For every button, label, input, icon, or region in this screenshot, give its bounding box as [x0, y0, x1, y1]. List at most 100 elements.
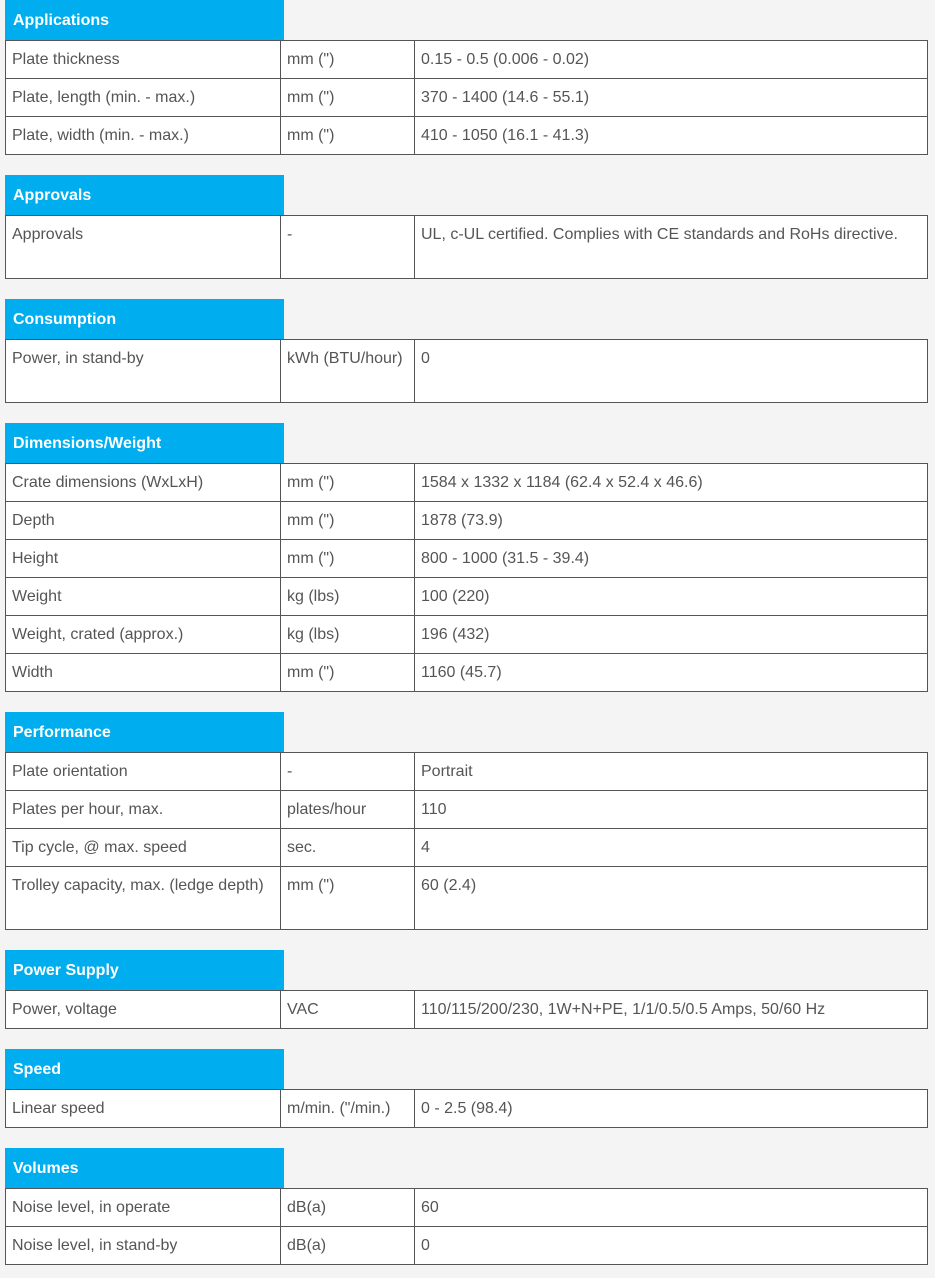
spec-value: 1584 x 1332 x 1184 (62.4 x 52.4 x 46.6)	[414, 463, 928, 502]
spec-value: 60 (2.4)	[414, 866, 928, 930]
spec-label: Height	[5, 539, 281, 578]
spec-label: Noise level, in operate	[5, 1188, 281, 1227]
spec-label: Weight, crated (approx.)	[5, 615, 281, 654]
table-row: Plate thickness mm (") 0.15 - 0.5 (0.006…	[5, 40, 928, 79]
spec-table: Crate dimensions (WxLxH) mm (") 1584 x 1…	[5, 463, 928, 692]
section-approvals: Approvals Approvals - UL, c-UL certified…	[5, 175, 928, 279]
spec-unit: mm (")	[280, 40, 415, 79]
spec-value: 110/115/200/230, 1W+N+PE, 1/1/0.5/0.5 Am…	[414, 990, 928, 1029]
spec-label: Plates per hour, max.	[5, 790, 281, 829]
spec-unit: -	[280, 752, 415, 791]
spec-value: 1878 (73.9)	[414, 501, 928, 540]
section-header: Performance	[5, 712, 284, 752]
spec-unit: VAC	[280, 990, 415, 1029]
spec-value: 0	[414, 339, 928, 403]
table-row: Power, in stand-by kWh (BTU/hour) 0	[5, 339, 928, 403]
table-row: Depth mm (") 1878 (73.9)	[5, 501, 928, 540]
spec-table: Linear speed m/min. ("/min.) 0 - 2.5 (98…	[5, 1089, 928, 1128]
section-speed: Speed Linear speed m/min. ("/min.) 0 - 2…	[5, 1049, 928, 1128]
spec-label: Power, voltage	[5, 990, 281, 1029]
spec-unit: mm (")	[280, 116, 415, 155]
section-dimensions-weight: Dimensions/Weight Crate dimensions (WxLx…	[5, 423, 928, 692]
spec-value: Portrait	[414, 752, 928, 791]
section-power-supply: Power Supply Power, voltage VAC 110/115/…	[5, 950, 928, 1029]
section-header: Dimensions/Weight	[5, 423, 284, 463]
spec-table: Power, in stand-by kWh (BTU/hour) 0	[5, 339, 928, 403]
spec-table: Noise level, in operate dB(a) 60 Noise l…	[5, 1188, 928, 1265]
spec-unit: mm (")	[280, 539, 415, 578]
table-row: Width mm (") 1160 (45.7)	[5, 653, 928, 692]
spec-value: 0	[414, 1226, 928, 1265]
spec-label: Plate thickness	[5, 40, 281, 79]
spec-unit: dB(a)	[280, 1188, 415, 1227]
spec-value: 0.15 - 0.5 (0.006 - 0.02)	[414, 40, 928, 79]
section-header: Speed	[5, 1049, 284, 1089]
spec-value: 1160 (45.7)	[414, 653, 928, 692]
table-row: Power, voltage VAC 110/115/200/230, 1W+N…	[5, 990, 928, 1029]
spec-value: UL, c-UL certified. Complies with CE sta…	[414, 215, 928, 279]
spec-value: 60	[414, 1188, 928, 1227]
spec-unit: plates/hour	[280, 790, 415, 829]
table-row: Plate, length (min. - max.) mm (") 370 -…	[5, 78, 928, 117]
table-row: Weight kg (lbs) 100 (220)	[5, 577, 928, 616]
spec-unit: kWh (BTU/hour)	[280, 339, 415, 403]
section-header: Applications	[5, 0, 284, 40]
spec-label: Noise level, in stand-by	[5, 1226, 281, 1265]
spec-table: Plate orientation - Portrait Plates per …	[5, 752, 928, 930]
spec-label: Plate, length (min. - max.)	[5, 78, 281, 117]
spec-label: Power, in stand-by	[5, 339, 281, 403]
spec-value: 370 - 1400 (14.6 - 55.1)	[414, 78, 928, 117]
table-row: Plates per hour, max. plates/hour 110	[5, 790, 928, 829]
spec-table: Power, voltage VAC 110/115/200/230, 1W+N…	[5, 990, 928, 1029]
spec-unit: mm (")	[280, 463, 415, 502]
spec-unit: mm (")	[280, 501, 415, 540]
table-row: Approvals - UL, c-UL certified. Complies…	[5, 215, 928, 279]
spec-label: Tip cycle, @ max. speed	[5, 828, 281, 867]
spec-unit: mm (")	[280, 653, 415, 692]
spec-label: Approvals	[5, 215, 281, 279]
spec-unit: dB(a)	[280, 1226, 415, 1265]
spec-label: Crate dimensions (WxLxH)	[5, 463, 281, 502]
section-header: Consumption	[5, 299, 284, 339]
spec-value: 410 - 1050 (16.1 - 41.3)	[414, 116, 928, 155]
spec-label: Width	[5, 653, 281, 692]
spec-unit: sec.	[280, 828, 415, 867]
table-row: Trolley capacity, max. (ledge depth) mm …	[5, 866, 928, 930]
spec-unit: -	[280, 215, 415, 279]
table-row: Plate, width (min. - max.) mm (") 410 - …	[5, 116, 928, 155]
spec-unit: kg (lbs)	[280, 577, 415, 616]
spec-unit: mm (")	[280, 78, 415, 117]
spec-label: Weight	[5, 577, 281, 616]
section-applications: Applications Plate thickness mm (") 0.15…	[5, 0, 928, 155]
table-row: Noise level, in stand-by dB(a) 0	[5, 1226, 928, 1265]
spec-value: 4	[414, 828, 928, 867]
spec-table: Approvals - UL, c-UL certified. Complies…	[5, 215, 928, 279]
spec-unit: mm (")	[280, 866, 415, 930]
spec-value: 0 - 2.5 (98.4)	[414, 1089, 928, 1128]
spec-label: Trolley capacity, max. (ledge depth)	[5, 866, 281, 930]
spec-value: 110	[414, 790, 928, 829]
table-row: Plate orientation - Portrait	[5, 752, 928, 791]
spec-unit: m/min. ("/min.)	[280, 1089, 415, 1128]
section-performance: Performance Plate orientation - Portrait…	[5, 712, 928, 930]
table-row: Linear speed m/min. ("/min.) 0 - 2.5 (98…	[5, 1089, 928, 1128]
spec-table: Plate thickness mm (") 0.15 - 0.5 (0.006…	[5, 40, 928, 155]
spec-label: Plate orientation	[5, 752, 281, 791]
spec-label: Plate, width (min. - max.)	[5, 116, 281, 155]
section-header: Volumes	[5, 1148, 284, 1188]
spec-value: 100 (220)	[414, 577, 928, 616]
section-consumption: Consumption Power, in stand-by kWh (BTU/…	[5, 299, 928, 403]
table-row: Crate dimensions (WxLxH) mm (") 1584 x 1…	[5, 463, 928, 502]
spec-value: 196 (432)	[414, 615, 928, 654]
section-volumes: Volumes Noise level, in operate dB(a) 60…	[5, 1148, 928, 1265]
table-row: Height mm (") 800 - 1000 (31.5 - 39.4)	[5, 539, 928, 578]
table-row: Tip cycle, @ max. speed sec. 4	[5, 828, 928, 867]
spec-unit: kg (lbs)	[280, 615, 415, 654]
spec-value: 800 - 1000 (31.5 - 39.4)	[414, 539, 928, 578]
table-row: Weight, crated (approx.) kg (lbs) 196 (4…	[5, 615, 928, 654]
table-row: Noise level, in operate dB(a) 60	[5, 1188, 928, 1227]
section-header: Power Supply	[5, 950, 284, 990]
spec-label: Linear speed	[5, 1089, 281, 1128]
section-header: Approvals	[5, 175, 284, 215]
spec-label: Depth	[5, 501, 281, 540]
